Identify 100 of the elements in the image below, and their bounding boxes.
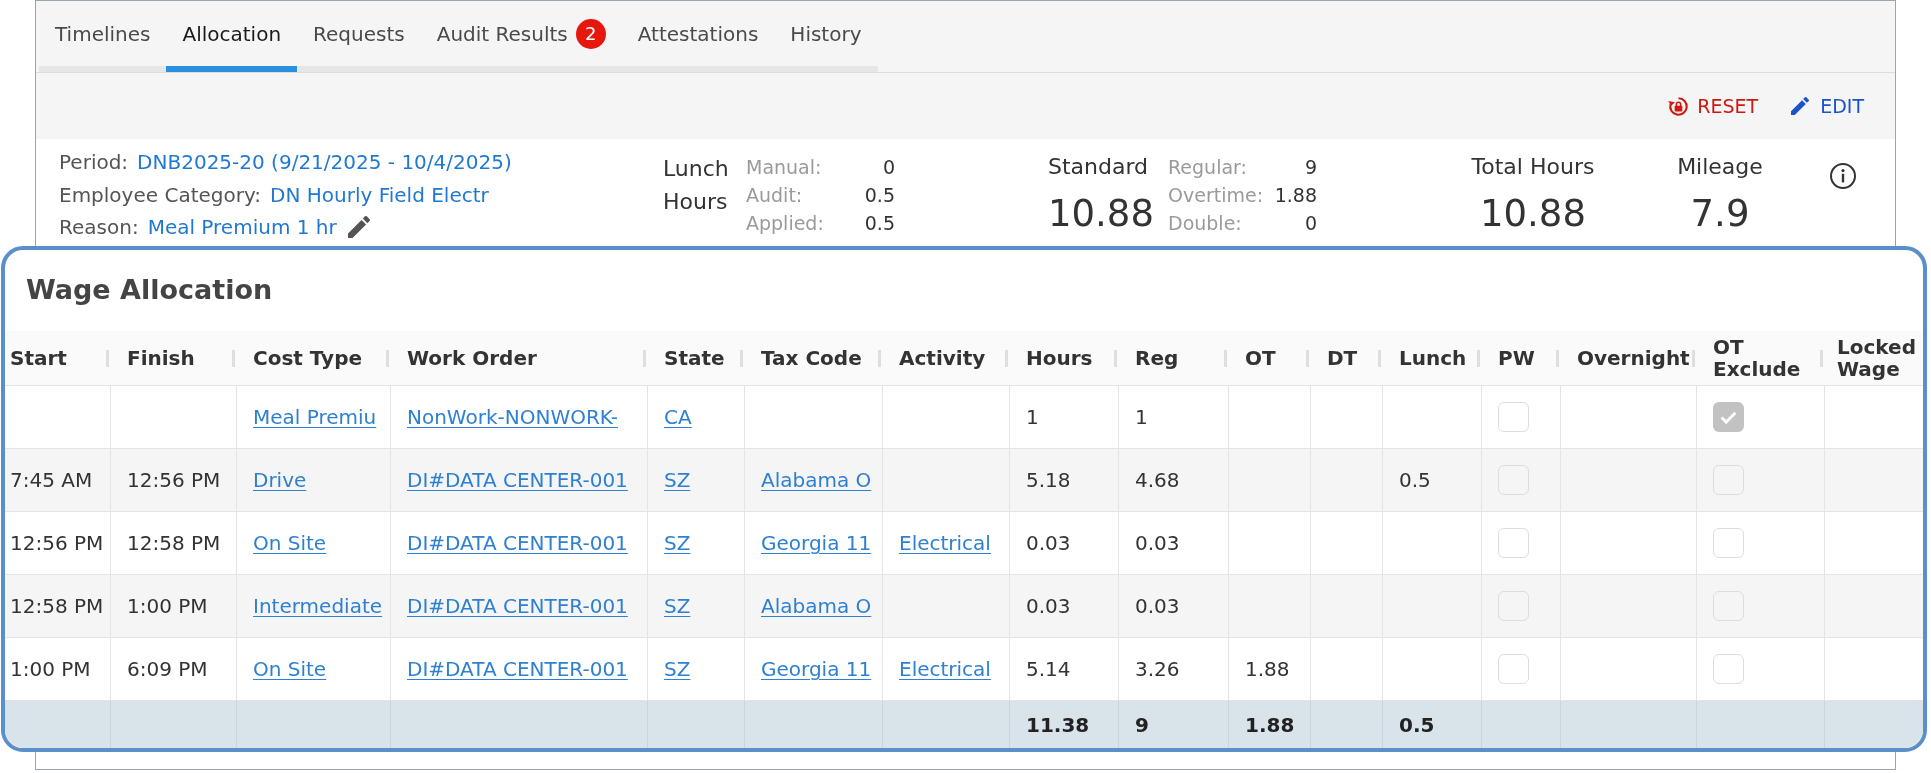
cell-link[interactable]: Electrical xyxy=(899,654,991,684)
total-value: 11.38 xyxy=(1026,711,1090,739)
column-header: Finish xyxy=(127,347,195,369)
column-header: Reg xyxy=(1135,347,1179,369)
total-value: 1.88 xyxy=(1245,711,1295,739)
table-cell-text: 12:56 PM xyxy=(10,530,104,557)
breakdown-label: Applied: xyxy=(746,211,824,236)
reset-lock-icon[interactable] xyxy=(1668,95,1690,117)
table-cell-text: 12:58 PM xyxy=(127,530,221,557)
detail-link[interactable]: Meal Premium 1 hr xyxy=(147,212,337,243)
pencil-icon[interactable] xyxy=(1791,97,1810,115)
column-header: Locked Wage xyxy=(1837,336,1917,380)
column-header: Hours xyxy=(1026,347,1093,369)
cell-link[interactable]: Drive xyxy=(253,465,307,495)
checkbox[interactable] xyxy=(1713,402,1744,432)
table-cell-text: 0.03 xyxy=(1135,593,1180,620)
cell-link[interactable]: DI#DATA CENTER-001 xyxy=(407,465,628,495)
metric-value: 10.88 xyxy=(1048,192,1154,236)
table-cell-text: 4.68 xyxy=(1135,467,1180,494)
detail-link[interactable]: DN Hourly Field Electr xyxy=(270,179,489,210)
table-cell-text: 1 xyxy=(1135,404,1148,431)
metric-title: Lunch Hours xyxy=(663,155,730,216)
table-cell-text: 6:09 PM xyxy=(127,656,208,683)
table-cell-text: 12:56 PM xyxy=(127,467,221,494)
cell-link[interactable]: CA xyxy=(664,402,692,432)
column-header: DT xyxy=(1327,347,1358,369)
total-value: 9 xyxy=(1135,711,1149,739)
checkbox[interactable] xyxy=(1498,591,1529,621)
reset-button[interactable]: RESET xyxy=(1660,86,1767,126)
table-cell-text: 1 xyxy=(1026,404,1039,431)
table-cell-text: 0.03 xyxy=(1026,593,1071,620)
column-header: Start xyxy=(10,347,67,369)
table-cell-text: 5.18 xyxy=(1026,467,1071,494)
cell-link[interactable]: DI#DATA CENTER-001 xyxy=(407,654,628,684)
cell-link[interactable]: Alabama O xyxy=(761,591,872,621)
breakdown-value: 9 xyxy=(1304,155,1317,180)
edit-button[interactable]: EDIT xyxy=(1783,86,1872,126)
info-icon[interactable] xyxy=(1830,163,1856,189)
table-cell-text: 0.03 xyxy=(1135,530,1180,557)
cell-link[interactable]: Electrical xyxy=(899,528,991,558)
checkbox[interactable] xyxy=(1713,528,1744,558)
checkbox[interactable] xyxy=(1498,654,1529,684)
table-cell-text: 1.88 xyxy=(1245,656,1290,683)
cell-link[interactable]: SZ xyxy=(664,465,691,495)
column-header: State xyxy=(664,347,725,369)
detail-label: Reason: xyxy=(59,214,139,242)
column-header: Lunch xyxy=(1399,347,1467,369)
table-cell-text: 5.14 xyxy=(1026,656,1071,683)
pencil-icon[interactable] xyxy=(347,216,370,239)
cell-link[interactable]: On Site xyxy=(253,528,327,558)
cell-link[interactable]: Georgia 11 xyxy=(761,654,872,684)
cell-link[interactable]: Meal Premiu xyxy=(253,402,377,432)
breakdown-value: 0 xyxy=(882,155,895,180)
count-badge: 2 xyxy=(575,18,606,49)
cell-link[interactable]: SZ xyxy=(664,654,691,684)
cell-link[interactable]: On Site xyxy=(253,654,327,684)
column-header: Cost Type xyxy=(253,347,363,369)
metric-title: Mileage xyxy=(1677,153,1763,181)
column-header: OT Exclude xyxy=(1713,336,1802,380)
detail-link[interactable]: DNB2025-20 (9/21/2025 - 10/4/2025) xyxy=(137,147,512,178)
cell-link[interactable]: DI#DATA CENTER-001 xyxy=(407,528,628,558)
breakdown-label: Double: xyxy=(1168,211,1243,236)
table-cell-text: 1:00 PM xyxy=(10,656,91,683)
column-header: OT xyxy=(1245,347,1276,369)
detail-label: Period: xyxy=(59,149,129,177)
metric-value: 10.88 xyxy=(1480,192,1586,236)
breakdown-label: Manual: xyxy=(746,155,823,180)
column-header: PW xyxy=(1498,347,1535,369)
cell-link[interactable]: Intermediate xyxy=(253,591,383,621)
cell-link[interactable]: DI#DATA CENTER-001 xyxy=(407,591,628,621)
cell-link[interactable]: SZ xyxy=(664,591,691,621)
column-header: Work Order xyxy=(407,347,537,369)
breakdown-value: 0.5 xyxy=(864,183,895,208)
checkbox[interactable] xyxy=(1498,402,1529,432)
metric-title: Standard xyxy=(1048,153,1149,181)
table-cell-text: 0.03 xyxy=(1026,530,1071,557)
table-cell-text: 0.5 xyxy=(1399,467,1431,494)
check-icon xyxy=(1720,410,1737,424)
checkbox[interactable] xyxy=(1713,465,1744,495)
breakdown-label: Audit: xyxy=(746,183,804,208)
checkbox[interactable] xyxy=(1713,654,1744,684)
breakdown-value: 0.5 xyxy=(864,211,895,236)
checkbox[interactable] xyxy=(1713,591,1744,621)
metric-value: 7.9 xyxy=(1690,192,1750,236)
column-header: Tax Code xyxy=(761,347,862,369)
section-title: Wage Allocation xyxy=(26,273,273,306)
checkbox[interactable] xyxy=(1498,465,1529,495)
total-value: 0.5 xyxy=(1399,711,1435,739)
detail-label: Employee Category: xyxy=(59,181,262,209)
checkbox[interactable] xyxy=(1498,528,1529,558)
table-cell-text: 7:45 AM xyxy=(10,467,93,494)
cell-link[interactable]: NonWork-NONWORK- xyxy=(407,402,619,432)
table-cell-text: 1:00 PM xyxy=(127,593,208,620)
cell-link[interactable]: Alabama O xyxy=(761,465,872,495)
cell-link[interactable]: Georgia 11 xyxy=(761,528,872,558)
breakdown-label: Regular: xyxy=(1168,155,1248,180)
table-cell-text: 3.26 xyxy=(1135,656,1180,683)
breakdown-label: Overtime: xyxy=(1168,183,1264,208)
breakdown-value: 0 xyxy=(1304,211,1317,236)
cell-link[interactable]: SZ xyxy=(664,528,691,558)
